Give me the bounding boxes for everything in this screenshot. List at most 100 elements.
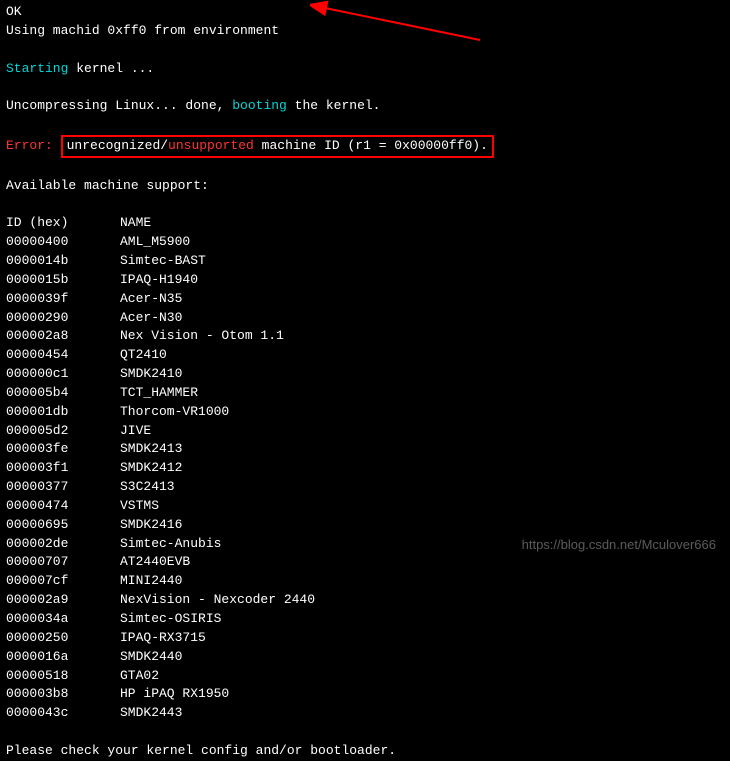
header-id: ID (hex) [6,214,120,233]
machine-table-header: ID (hex) NAME [6,214,315,233]
machine-id: 00000707 [6,553,120,572]
error-box: unrecognized/unsupported machine ID (r1 … [61,135,494,158]
machine-id: 000001db [6,403,120,422]
table-row: 000001dbThorcom-VR1000 [6,403,315,422]
machine-name: SMDK2413 [120,440,315,459]
machine-name: Simtec-BAST [120,252,315,271]
machine-name: QT2410 [120,346,315,365]
table-row: 00000474VSTMS [6,497,315,516]
machine-name: Simtec-OSIRIS [120,610,315,629]
table-row: 00000250IPAQ-RX3715 [6,629,315,648]
uncompressing-text: Uncompressing Linux... done, [6,98,232,113]
machine-name: VSTMS [120,497,315,516]
machine-id: 000000c1 [6,365,120,384]
watermark: https://blog.csdn.net/Mculover666 [522,536,716,555]
machine-id: 000007cf [6,572,120,591]
machine-id: 00000474 [6,497,120,516]
machine-id: 0000034a [6,610,120,629]
machine-name: JIVE [120,422,315,441]
starting-highlight: Starting [6,61,68,76]
machine-id: 000002a9 [6,591,120,610]
table-row: 00000695SMDK2416 [6,516,315,535]
machine-id: 00000400 [6,233,120,252]
table-row: 00000707AT2440EVB [6,553,315,572]
machine-id: 000003b8 [6,685,120,704]
machine-name: IPAQ-RX3715 [120,629,315,648]
error-pre-text: unrecognized/ [67,138,168,153]
machine-id: 00000454 [6,346,120,365]
machine-name: SMDK2410 [120,365,315,384]
machine-name: SMDK2443 [120,704,315,723]
table-row: 0000016aSMDK2440 [6,648,315,667]
table-row: 0000014bSimtec-BAST [6,252,315,271]
kernel-text: kernel ... [68,61,154,76]
terminal-line-error: Error: unrecognized/unsupported machine … [6,135,724,158]
error-post-text: machine ID (r1 = 0x00000ff0). [254,138,488,153]
table-row: 000002deSimtec-Anubis [6,535,315,554]
machine-name: MINI2440 [120,572,315,591]
machine-id: 00000695 [6,516,120,535]
table-row: 0000015bIPAQ-H1940 [6,271,315,290]
terminal-line-machid: Using machid 0xff0 from environment [6,22,724,41]
terminal-blank [6,116,724,135]
booting-highlight: booting [232,98,287,113]
machine-name: Thorcom-VR1000 [120,403,315,422]
table-row: 00000290Acer-N30 [6,309,315,328]
table-row: 000000c1SMDK2410 [6,365,315,384]
machine-id: 00000518 [6,667,120,686]
table-row: 000002a8Nex Vision - Otom 1.1 [6,327,315,346]
machine-name: Acer-N30 [120,309,315,328]
table-row: 000007cfMINI2440 [6,572,315,591]
machine-name: Nex Vision - Otom 1.1 [120,327,315,346]
machine-id: 000003fe [6,440,120,459]
machine-name: AML_M5900 [120,233,315,252]
machine-id: 000005d2 [6,422,120,441]
terminal-line-starting: Starting kernel ... [6,60,724,79]
machine-id: 0000016a [6,648,120,667]
table-row: 000003b8HP iPAQ RX1950 [6,685,315,704]
machine-id: 00000290 [6,309,120,328]
machine-id: 0000015b [6,271,120,290]
terminal-blank [6,78,724,97]
machine-name: SMDK2416 [120,516,315,535]
table-row: 0000043cSMDK2443 [6,704,315,723]
machine-name: GTA02 [120,667,315,686]
machine-id: 000002de [6,535,120,554]
terminal-blank [6,41,724,60]
machine-id: 0000014b [6,252,120,271]
machine-name: Simtec-Anubis [120,535,315,554]
table-row: 0000039fAcer-N35 [6,290,315,309]
table-row: 000005b4TCT_HAMMER [6,384,315,403]
machine-id: 000003f1 [6,459,120,478]
error-label: Error: [6,138,53,153]
machine-id: 000002a8 [6,327,120,346]
table-row: 000003f1SMDK2412 [6,459,315,478]
machine-id: 00000377 [6,478,120,497]
terminal-line-uncompressing: Uncompressing Linux... done, booting the… [6,97,724,116]
terminal-blank [6,723,724,742]
table-row: 000002a9NexVision - Nexcoder 2440 [6,591,315,610]
machine-name: SMDK2440 [120,648,315,667]
table-row: 000003feSMDK2413 [6,440,315,459]
machine-name: IPAQ-H1940 [120,271,315,290]
table-row: 0000034aSimtec-OSIRIS [6,610,315,629]
machine-name: TCT_HAMMER [120,384,315,403]
machine-name: S3C2413 [120,478,315,497]
machine-name: SMDK2412 [120,459,315,478]
machine-id: 00000250 [6,629,120,648]
machine-name: AT2440EVB [120,553,315,572]
terminal-line-ok: OK [6,3,724,22]
table-row: 00000518GTA02 [6,667,315,686]
table-row: 00000454QT2410 [6,346,315,365]
table-row: 00000377S3C2413 [6,478,315,497]
header-name: NAME [120,214,315,233]
available-label: Available machine support: [6,177,724,196]
machine-id: 0000043c [6,704,120,723]
the-kernel-text: the kernel. [287,98,381,113]
terminal-blank [6,195,724,214]
machine-name: Acer-N35 [120,290,315,309]
table-row: 000005d2JIVE [6,422,315,441]
machine-id: 0000039f [6,290,120,309]
table-row: 00000400AML_M5900 [6,233,315,252]
please-check-line: Please check your kernel config and/or b… [6,742,724,761]
